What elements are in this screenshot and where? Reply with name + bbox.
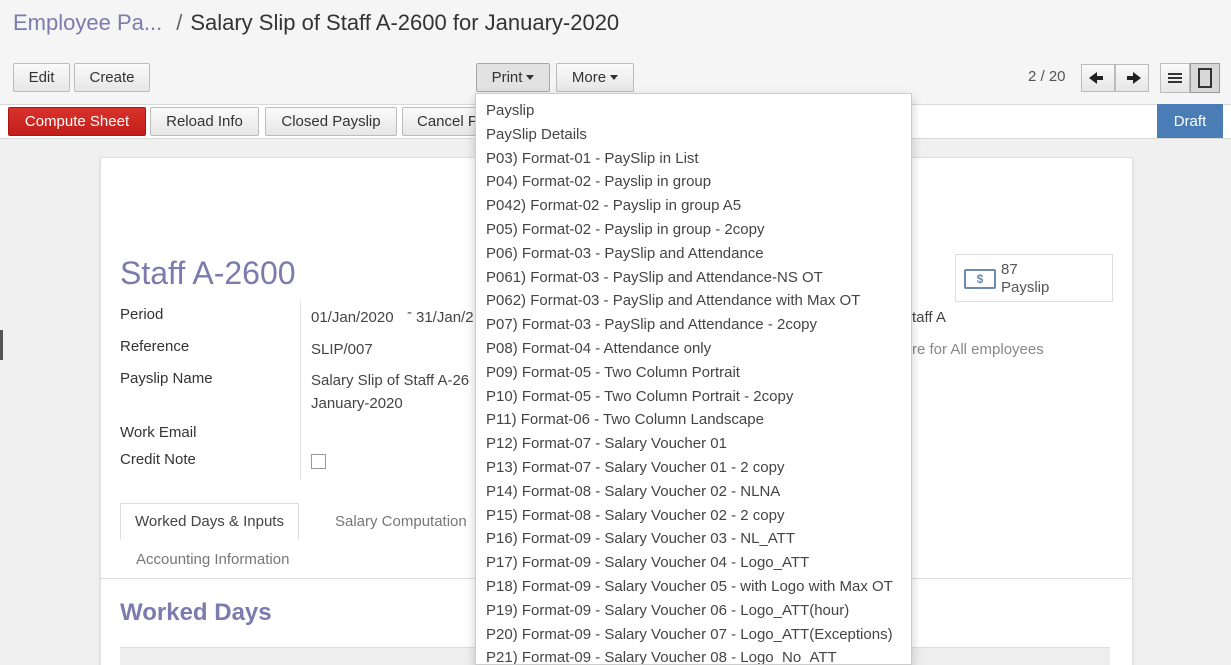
edit-button[interactable]: Edit — [13, 63, 70, 92]
breadcrumb-current: Salary Slip of Staff A-2600 for January-… — [190, 10, 620, 35]
more-label: More — [571, 69, 607, 86]
menu-item-p042[interactable]: P042) Format-02 - Payslip in group A5 — [476, 194, 911, 218]
menu-item-p03[interactable]: P03) Format-01 - PaySlip in List — [476, 147, 911, 171]
form-view-button[interactable] — [1190, 63, 1220, 93]
print-dropdown-menu: Payslip PaySlip Details P03) Format-01 -… — [475, 93, 912, 665]
breadcrumb: Employee Pa... / Salary Slip of Staff A-26… — [13, 10, 619, 36]
menu-item-p06[interactable]: P06) Format-03 - PaySlip and Attendance — [476, 242, 911, 266]
chevron-down-icon — [526, 75, 535, 80]
menu-item-p061[interactable]: P061) Format-03 - PaySlip and Attendance… — [476, 266, 911, 290]
menu-item-p07[interactable]: P07) Format-03 - PaySlip and Attendance … — [476, 313, 911, 337]
period-end-value: 31/Jan/2 — [416, 309, 474, 326]
more-dropdown-button[interactable]: More — [556, 63, 634, 92]
payslip-smart-button[interactable]: $ 87 Payslip — [955, 254, 1113, 302]
payslip-count-label: Payslip — [1001, 279, 1050, 296]
menu-item-p14[interactable]: P14) Format-08 - Salary Voucher 02 - NLN… — [476, 480, 911, 504]
chevron-down-icon — [610, 75, 619, 80]
arrow-right-icon — [1133, 72, 1141, 84]
credit-note-checkbox[interactable] — [311, 454, 326, 469]
breadcrumb-separator: / — [176, 10, 183, 35]
tab-accounting-information[interactable]: Accounting Information — [136, 551, 289, 568]
menu-item-p17[interactable]: P17) Format-09 - Salary Voucher 04 - Log… — [476, 551, 911, 575]
pager-previous-button[interactable] — [1081, 64, 1115, 92]
period-label: Period — [120, 306, 164, 323]
cancel-payslip-button[interactable]: Cancel P — [402, 107, 482, 136]
section-title-worked-days: Worked Days — [120, 599, 272, 626]
print-dropdown-button[interactable]: Print — [476, 63, 550, 92]
breadcrumb-parent-link[interactable]: Employee Pa... — [13, 10, 162, 35]
payslip-name-value-line2: January-2020 — [311, 395, 403, 412]
status-stage-draft[interactable]: Draft — [1157, 104, 1223, 138]
edge-handle — [0, 330, 3, 360]
payslip-name-value-line1: Salary Slip of Staff A-26 — [311, 372, 470, 389]
print-label: Print — [491, 69, 523, 86]
payslip-count: 87 — [1001, 261, 1018, 278]
list-view-button[interactable] — [1160, 63, 1190, 93]
menu-item-p05[interactable]: P05) Format-02 - Payslip in group - 2cop… — [476, 218, 911, 242]
menu-item-p09[interactable]: P09) Format-05 - Two Column Portrait — [476, 361, 911, 385]
closed-payslip-button[interactable]: Closed Payslip — [265, 107, 397, 136]
period-start-value: 01/Jan/2020 — [311, 309, 394, 326]
work-email-label: Work Email — [120, 424, 197, 441]
form-view-icon — [1198, 68, 1212, 88]
menu-item-p12[interactable]: P12) Format-07 - Salary Voucher 01 — [476, 432, 911, 456]
menu-item-p19[interactable]: P19) Format-09 - Salary Voucher 06 - Log… — [476, 599, 911, 623]
period-dash: - — [407, 304, 412, 321]
credit-note-label: Credit Note — [120, 451, 196, 468]
menu-item-p04[interactable]: P04) Format-02 - Payslip in group — [476, 170, 911, 194]
employee-value: taff A — [912, 309, 946, 326]
list-view-icon — [1168, 73, 1182, 83]
pager-next-button[interactable] — [1115, 64, 1149, 92]
menu-item-p08[interactable]: P08) Format-04 - Attendance only — [476, 337, 911, 361]
reference-label: Reference — [120, 338, 190, 355]
menu-item-p11[interactable]: P11) Format-06 - Two Column Landscape — [476, 408, 911, 432]
structure-value: re for All employees — [912, 341, 1044, 358]
tab-worked-days-inputs[interactable]: Worked Days & Inputs — [120, 503, 299, 540]
money-icon: $ — [964, 269, 996, 289]
menu-item-p18[interactable]: P18) Format-09 - Salary Voucher 05 - wit… — [476, 575, 911, 599]
menu-item-p21[interactable]: P21) Format-09 - Salary Voucher 08 - Log… — [476, 646, 911, 664]
menu-item-p16[interactable]: P16) Format-09 - Salary Voucher 03 - NL_… — [476, 527, 911, 551]
compute-sheet-button[interactable]: Compute Sheet — [8, 107, 146, 136]
menu-item-p20[interactable]: P20) Format-09 - Salary Voucher 07 - Log… — [476, 623, 911, 647]
menu-item-payslip-details[interactable]: PaySlip Details — [476, 123, 911, 147]
menu-item-p15[interactable]: P15) Format-08 - Salary Voucher 02 - 2 c… — [476, 504, 911, 528]
payslip-name-label: Payslip Name — [120, 370, 213, 387]
reference-value: SLIP/007 — [311, 341, 373, 358]
menu-item-p062[interactable]: P062) Format-03 - PaySlip and Attendance… — [476, 289, 911, 313]
page-title: Staff A-2600 — [120, 255, 296, 291]
pager-value[interactable]: 2 / 20 — [1028, 68, 1066, 85]
reload-info-button[interactable]: Reload Info — [150, 107, 259, 136]
control-panel: Employee Pa... / Salary Slip of Staff A-26… — [0, 0, 1231, 105]
menu-item-p10[interactable]: P10) Format-05 - Two Column Portrait - 2… — [476, 385, 911, 409]
arrow-left-icon — [1089, 72, 1097, 84]
create-button[interactable]: Create — [74, 63, 150, 92]
tab-salary-computation[interactable]: Salary Computation — [335, 513, 467, 530]
menu-item-p13[interactable]: P13) Format-07 - Salary Voucher 01 - 2 c… — [476, 456, 911, 480]
menu-item-payslip[interactable]: Payslip — [476, 99, 911, 123]
